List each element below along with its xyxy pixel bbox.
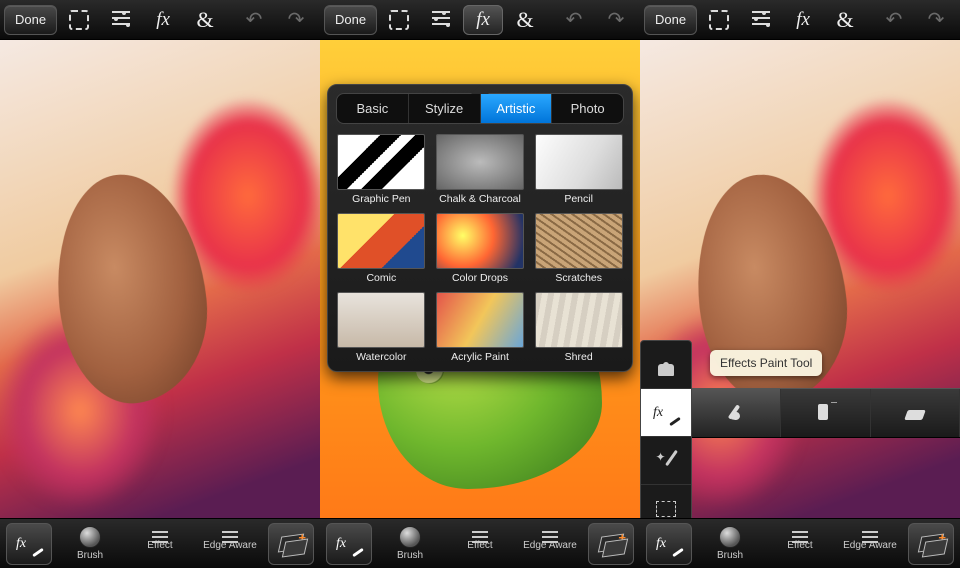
crop-icon[interactable] xyxy=(699,5,739,35)
brush-type-row xyxy=(692,388,960,438)
done-button[interactable]: Done xyxy=(4,5,57,35)
redo-icon[interactable] xyxy=(916,5,956,35)
brush-tab[interactable]: Brush xyxy=(378,526,442,561)
screen-1: Done fx & fx Brush Effect Edge Aware + xyxy=(0,0,320,568)
adjust-icon[interactable] xyxy=(101,5,141,35)
crop-icon[interactable] xyxy=(379,5,419,35)
done-button[interactable]: Done xyxy=(644,5,697,35)
tool-tooltip: Effects Paint Tool xyxy=(710,350,822,376)
edge-aware-tab[interactable]: Edge Aware xyxy=(838,536,902,551)
spray-mode[interactable] xyxy=(781,389,870,437)
tab-photo[interactable]: Photo xyxy=(552,94,623,123)
fx-popover: Basic Stylize Artistic Photo Graphic Pen… xyxy=(327,84,633,372)
redo-icon[interactable] xyxy=(596,5,636,35)
active-tool-well[interactable]: fx xyxy=(326,523,372,565)
stamp-tool[interactable] xyxy=(641,341,691,389)
adjust-icon[interactable] xyxy=(741,5,781,35)
effect-tab[interactable]: Effect xyxy=(128,536,192,551)
redo-icon[interactable] xyxy=(276,5,316,35)
fx-icon[interactable]: fx xyxy=(783,5,823,35)
top-toolbar: Done fx & xyxy=(640,0,960,40)
top-toolbar: Done fx & xyxy=(320,0,640,40)
edge-aware-tab[interactable]: Edge Aware xyxy=(518,536,582,551)
ampersand-icon[interactable]: & xyxy=(825,5,865,35)
undo-icon[interactable] xyxy=(234,5,274,35)
fx-category-tabs: Basic Stylize Artistic Photo xyxy=(336,93,624,124)
layers-button[interactable]: + xyxy=(908,523,954,565)
done-button[interactable]: Done xyxy=(324,5,377,35)
canvas[interactable]: Basic Stylize Artistic Photo Graphic Pen… xyxy=(320,40,640,518)
fx-color-drops[interactable]: Color Drops xyxy=(435,213,526,284)
canvas[interactable] xyxy=(0,40,320,518)
tab-artistic[interactable]: Artistic xyxy=(481,94,553,123)
edge-aware-tab[interactable]: Edge Aware xyxy=(198,536,262,551)
fx-grid: Graphic Pen Chalk & Charcoal Pencil Comi… xyxy=(336,134,624,363)
effect-tab[interactable]: Effect xyxy=(448,536,512,551)
tab-stylize[interactable]: Stylize xyxy=(409,94,481,123)
fx-shred[interactable]: Shred xyxy=(533,292,624,363)
brush-mode[interactable] xyxy=(692,389,781,437)
effect-tab[interactable]: Effect xyxy=(768,536,832,551)
fx-brush-tool[interactable]: fx xyxy=(641,389,691,437)
screen-3: Done fx & fx Effects Paint Tool fx Brush… xyxy=(640,0,960,568)
undo-icon[interactable] xyxy=(874,5,914,35)
ampersand-icon[interactable]: & xyxy=(185,5,225,35)
wand-tool[interactable] xyxy=(641,437,691,485)
marquee-tool[interactable] xyxy=(641,485,691,518)
fx-icon[interactable]: fx xyxy=(143,5,183,35)
bottom-toolbar: fx Brush Effect Edge Aware + xyxy=(640,518,960,568)
fx-pencil[interactable]: Pencil xyxy=(533,134,624,205)
eraser-mode[interactable] xyxy=(871,389,960,437)
fx-watercolor[interactable]: Watercolor xyxy=(336,292,427,363)
layers-button[interactable]: + xyxy=(268,523,314,565)
fx-chalk-charcoal[interactable]: Chalk & Charcoal xyxy=(435,134,526,205)
undo-icon[interactable] xyxy=(554,5,594,35)
fx-graphic-pen[interactable]: Graphic Pen xyxy=(336,134,427,205)
crop-icon[interactable] xyxy=(59,5,99,35)
brush-tab[interactable]: Brush xyxy=(698,526,762,561)
active-tool-well[interactable]: fx xyxy=(6,523,52,565)
tab-basic[interactable]: Basic xyxy=(337,94,409,123)
canvas[interactable]: fx Effects Paint Tool xyxy=(640,40,960,518)
bottom-toolbar: fx Brush Effect Edge Aware + xyxy=(320,518,640,568)
adjust-icon[interactable] xyxy=(421,5,461,35)
fx-icon[interactable]: fx xyxy=(463,5,503,35)
top-toolbar: Done fx & xyxy=(0,0,320,40)
tool-palette: fx xyxy=(640,340,692,518)
active-tool-well[interactable]: fx xyxy=(646,523,692,565)
brush-tab[interactable]: Brush xyxy=(58,526,122,561)
ampersand-icon[interactable]: & xyxy=(505,5,545,35)
fx-scratches[interactable]: Scratches xyxy=(533,213,624,284)
fx-acrylic-paint[interactable]: Acrylic Paint xyxy=(435,292,526,363)
screen-2: Done fx & Basic Stylize Artistic Photo G… xyxy=(320,0,640,568)
layers-button[interactable]: + xyxy=(588,523,634,565)
fx-comic[interactable]: Comic xyxy=(336,213,427,284)
bottom-toolbar: fx Brush Effect Edge Aware + xyxy=(0,518,320,568)
